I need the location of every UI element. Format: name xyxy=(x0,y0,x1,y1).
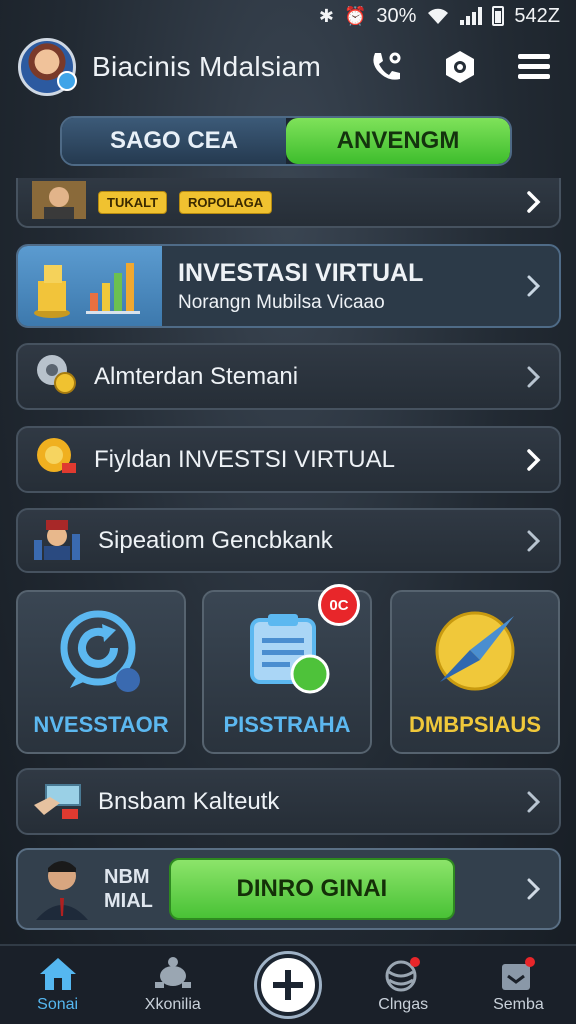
tab-right[interactable]: ANVENGM xyxy=(286,118,510,164)
menu-row-2[interactable]: Fiyldan INVESTSI VIRTUAL xyxy=(16,426,561,493)
chevron-right-icon xyxy=(521,365,545,389)
chevron-right-icon xyxy=(521,190,545,214)
nav-item-xkonilia[interactable]: Xkonilia xyxy=(115,946,230,1024)
add-button[interactable] xyxy=(257,954,319,1016)
gold-gear-icon xyxy=(32,433,80,486)
notification-badge: 0C xyxy=(318,584,360,626)
battery-percent: 30% xyxy=(376,4,417,27)
nav-item-home[interactable]: Sonai xyxy=(0,946,115,1024)
nav-item-add[interactable] xyxy=(230,946,345,1024)
profile-avatar[interactable] xyxy=(32,854,92,925)
clock: 542Z xyxy=(514,4,560,27)
segmented-control: SAGO CEA ANVENGM xyxy=(60,116,512,166)
avatar[interactable] xyxy=(18,38,77,96)
alarm-icon: ⏰ xyxy=(343,5,367,26)
invest-subtitle: Norangn Mubilsa Vicaao xyxy=(178,291,385,313)
gear-coin-icon xyxy=(32,350,80,403)
money-hand-icon xyxy=(32,775,84,828)
nav-label: Xkonilia xyxy=(144,996,201,1013)
battery-icon xyxy=(492,6,505,26)
tile-dmbpsiaus[interactable]: DMBPSIAUS xyxy=(390,590,560,754)
menu-row-3[interactable]: Sipeatiom Gencbkank xyxy=(16,508,561,573)
person-thumbnail-icon xyxy=(32,180,86,224)
profile-line-2: MIAL xyxy=(104,890,153,912)
tag-badge: ROPOLAGA xyxy=(179,190,273,214)
tile-label: NVESSTAOR xyxy=(33,712,169,737)
app-header: Biacinis Mdalsiam xyxy=(0,32,576,102)
chevron-right-icon xyxy=(521,529,545,553)
refresh-chat-icon xyxy=(60,610,140,692)
wifi-icon xyxy=(428,8,449,24)
menu-icon[interactable] xyxy=(510,43,558,91)
plus-icon xyxy=(273,970,303,1000)
home-icon xyxy=(39,958,76,990)
menu-row-label: Fiyldan INVESTSI VIRTUAL xyxy=(94,445,395,473)
status-bar: ✱ ⏰ 30% 542Z xyxy=(0,0,576,32)
invest-title: INVESTASI VIRTUAL xyxy=(178,258,424,287)
investment-chart-icon xyxy=(18,246,162,326)
compass-icon xyxy=(435,611,515,691)
turtle-icon xyxy=(154,957,191,988)
profile-line-1: NBM xyxy=(104,866,150,888)
user-chart-icon xyxy=(32,514,84,567)
profile-short-text: NBM MIAL xyxy=(104,865,153,913)
nav-item-clngas[interactable]: Clngas xyxy=(346,946,461,1024)
profile-cta-row: NBM MIAL DINRO GINAI xyxy=(16,848,561,930)
tile-label: PISSTRAHA xyxy=(223,712,351,737)
tile-label: DMBPSIAUS xyxy=(408,712,541,737)
nav-label: Clngas xyxy=(378,996,429,1013)
menu-row-label: Sipeatiom Gencbkank xyxy=(98,526,333,554)
cta-button[interactable]: DINRO GINAI xyxy=(168,858,455,920)
inbox-icon xyxy=(502,957,536,990)
chevron-right-icon xyxy=(521,790,545,814)
menu-row-label: Almterdan Stemani xyxy=(94,362,299,390)
menu-row-4[interactable]: Bnsbam Kalteutk xyxy=(16,768,561,835)
partial-row[interactable]: TUKALT ROPOLAGA xyxy=(16,178,561,228)
invest-card[interactable]: INVESTASI VIRTUAL Norangn Mubilsa Vicaao xyxy=(16,244,561,328)
chevron-right-icon xyxy=(521,448,545,472)
phone-icon[interactable] xyxy=(362,43,410,91)
tile-pisstraha[interactable]: 0C PISSTRAHA xyxy=(202,584,372,754)
nav-label: Semba xyxy=(493,996,544,1013)
app-title: Biacinis Mdalsiam xyxy=(92,51,322,82)
online-badge xyxy=(57,71,77,91)
bottom-nav: Sonai Xkonilia Clngas Semba xyxy=(0,944,576,1024)
signal-icon xyxy=(460,7,483,25)
menu-row-1[interactable]: Almterdan Stemani xyxy=(16,343,561,410)
globe-icon xyxy=(385,957,421,992)
menu-row-label: Bnsbam Kalteutk xyxy=(98,787,280,815)
bluetooth-icon: ✱ xyxy=(318,5,334,26)
settings-icon[interactable] xyxy=(436,43,484,91)
tab-left[interactable]: SAGO CEA xyxy=(62,118,286,164)
clipboard-icon xyxy=(250,614,330,694)
tag-badge: TUKALT xyxy=(98,190,168,214)
chevron-right-icon[interactable] xyxy=(521,877,545,901)
nav-label: Sonai xyxy=(37,996,79,1013)
tile-nvesstaor[interactable]: NVESSTAOR xyxy=(16,590,186,754)
nav-item-semba[interactable]: Semba xyxy=(461,946,576,1024)
chevron-right-icon xyxy=(521,274,545,298)
